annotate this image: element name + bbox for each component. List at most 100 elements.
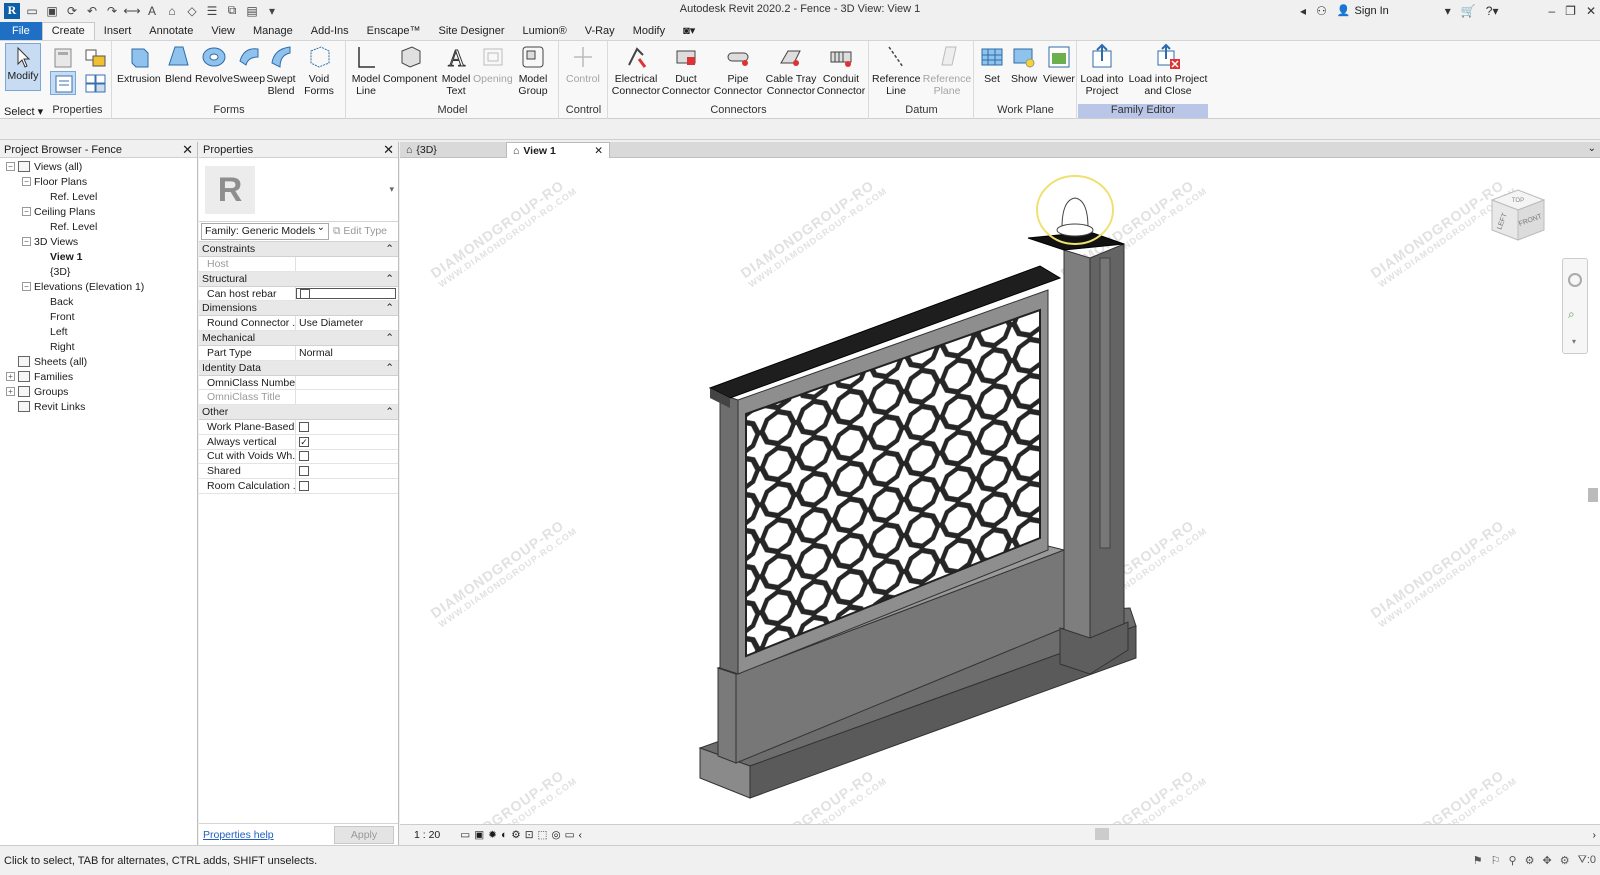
binoculars-icon[interactable]: ⚇ [1316,4,1327,18]
select-underlay-icon[interactable]: ⚐ [1491,854,1501,867]
crop-view-icon[interactable]: ⊡ [525,829,534,841]
close-tab-icon[interactable]: ✕ [594,145,603,157]
background-processes-icon[interactable]: ⚙ [1560,854,1570,867]
minimize-icon[interactable]: – [1548,4,1555,18]
tree-node[interactable]: − Views (all) [0,159,197,174]
type-properties-icon[interactable] [50,45,76,69]
collapse-icon[interactable]: − [22,237,31,246]
infocenter-arrow-icon[interactable]: ◂ [1300,4,1306,18]
property-section[interactable]: Structural ⌃ [199,271,398,287]
collapse-section-icon[interactable]: ⌃ [385,406,394,418]
collapse-section-icon[interactable]: ⌃ [385,362,394,374]
property-value[interactable] [296,450,398,464]
select-by-face-icon[interactable]: ⚙ [1525,854,1535,867]
property-value[interactable]: ✓ [296,435,398,449]
viewer-button[interactable]: Viewer [1043,43,1075,85]
collapse-icon[interactable]: − [22,282,31,291]
apply-button[interactable]: Apply [334,825,394,844]
collapse-icon[interactable]: − [22,207,31,216]
extrusion-button[interactable]: Extrusion [117,43,161,85]
sign-in-dropdown-icon[interactable]: ▾ [1445,4,1451,18]
collapse-icon[interactable]: − [22,177,31,186]
tree-node[interactable]: Revit Links [0,399,197,414]
property-value[interactable] [296,287,396,300]
temporary-hide-icon[interactable]: ◎ [551,829,560,841]
property-value[interactable] [296,420,398,434]
checkbox[interactable] [299,480,309,491]
save-icon[interactable]: ▣ [44,3,60,19]
render-icon[interactable]: ⚙ [511,829,520,841]
tabs-overflow-icon[interactable]: ⌄ [1588,143,1596,154]
tree-node[interactable]: Back [0,294,197,309]
close-properties-icon[interactable]: ✕ [383,142,394,158]
select-dropdown[interactable]: Select ▾ [4,105,43,118]
reference-plane-button[interactable]: Reference Plane [922,43,972,97]
expand-icon[interactable]: + [6,372,15,381]
switch-windows-icon[interactable]: ▤ [244,3,260,19]
collapse-section-icon[interactable]: ⌃ [385,332,394,344]
pipe-connector-button[interactable]: Pipe Connector [713,43,763,97]
show-crop-region-icon[interactable]: ⬚ [538,829,548,841]
tree-node[interactable]: Left [0,324,197,339]
sign-in[interactable]: 👤 Sign In [1337,4,1389,18]
property-section[interactable]: Dimensions ⌃ [199,301,398,317]
vertical-scroll-thumb[interactable] [1588,488,1598,502]
close-hidden-icon[interactable]: ⧉ [224,3,240,19]
tab-file[interactable]: File [0,22,42,40]
tab-site-designer[interactable]: Site Designer [429,23,513,40]
3d-view-icon[interactable]: ⌂ [164,3,180,19]
set-work-plane-button[interactable]: Set [979,43,1005,85]
tree-node[interactable]: − Floor Plans [0,174,197,189]
visual-style-icon[interactable]: ▣ [474,829,484,841]
scroll-right-icon[interactable]: › [1593,829,1597,841]
tab-3d-view[interactable]: ⌂ {3D} [400,142,506,158]
model-line-button[interactable]: Model Line [351,43,381,97]
conduit-connector-button[interactable]: Conduit Connector [816,43,866,97]
reveal-hidden-icon[interactable]: ▭ [565,829,575,841]
tab-add-ins[interactable]: Add-Ins [302,23,358,40]
close-window-icon[interactable]: ✕ [1586,4,1596,18]
scroll-left-icon[interactable]: ‹ [579,829,583,841]
checkbox[interactable] [299,451,309,462]
thin-lines-icon[interactable]: ☰ [204,3,220,19]
tree-node[interactable]: {3D} [0,264,197,279]
tree-node[interactable]: −3D Views [0,234,197,249]
redo-icon[interactable]: ↷ [104,3,120,19]
sweep-button[interactable]: Sweep [233,43,265,85]
collapse-icon[interactable]: − [6,162,15,171]
property-value[interactable]: Normal [296,346,398,360]
tree-node[interactable]: + Groups [0,384,197,399]
property-section[interactable]: Identity Data ⌃ [199,360,398,376]
property-section[interactable]: Mechanical ⌃ [199,331,398,347]
shadows-icon[interactable]: ◐ [501,829,507,841]
undo-icon[interactable]: ↶ [84,3,100,19]
property-value[interactable] [296,257,398,271]
model-group-button[interactable]: Model Group [515,43,551,97]
tree-node[interactable]: Ref. Level [0,219,197,234]
properties-icon[interactable] [50,71,76,95]
type-selector[interactable]: R ▾ [199,158,398,222]
collapse-section-icon[interactable]: ⌃ [385,302,394,314]
sun-path-icon[interactable]: ✹ [488,829,497,841]
properties-help-link[interactable]: Properties help [203,829,274,841]
collapse-section-icon[interactable]: ⌃ [385,243,394,255]
fence-3d-model[interactable] [400,158,1600,824]
tree-node[interactable]: Ref. Level [0,189,197,204]
restore-icon[interactable]: ❐ [1565,4,1576,18]
detail-level-icon[interactable]: ▭ [460,829,470,841]
duct-connector-button[interactable]: Duct Connector [661,43,711,97]
control-button[interactable]: Control [566,43,600,85]
text-icon[interactable]: A [144,3,160,19]
section-icon[interactable]: ◇ [184,3,200,19]
steering-wheel-icon[interactable] [1568,273,1582,287]
property-value[interactable] [296,464,398,478]
tree-node[interactable]: − Elevations (Elevation 1) [0,279,197,294]
tab-modify[interactable]: Modify [624,23,674,40]
property-value[interactable] [296,390,398,404]
horizontal-scroll-thumb[interactable] [1095,828,1109,840]
show-work-plane-button[interactable]: Show [1011,43,1037,85]
ribbon-toggle-icon[interactable]: ◙▾ [674,22,704,40]
modify-button[interactable]: Modify [5,43,41,91]
drawing-canvas[interactable]: DIAMONDGROUP-RO WWW.DIAMONDGROUP-RO.COM DI… [400,158,1600,824]
component-button[interactable]: Component [383,43,437,85]
